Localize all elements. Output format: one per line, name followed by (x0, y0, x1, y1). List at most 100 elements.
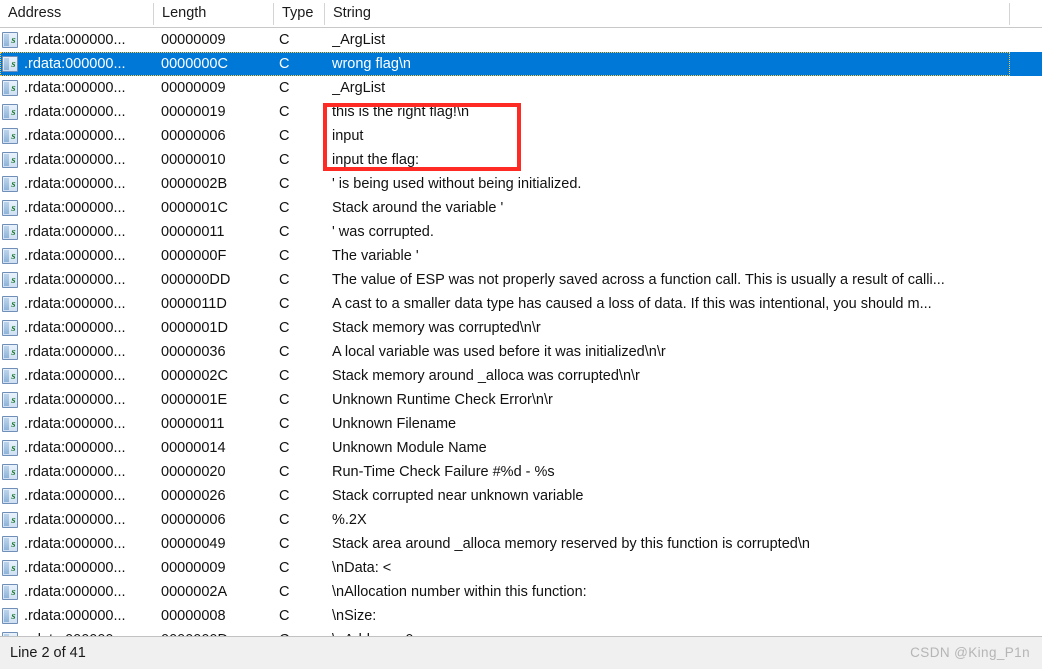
cell-type: C (279, 536, 290, 552)
cell-type: C (279, 32, 290, 48)
table-row[interactable]: .rdata:000000... 0000001E C Unknown Runtime… (0, 388, 1042, 412)
cell-string: Stack around the variable ' (332, 200, 504, 216)
cell-length: 0000002C (161, 368, 228, 384)
string-icon (2, 364, 22, 388)
table-row[interactable]: .rdata:000000... 00000006 Cinput (0, 124, 1042, 148)
string-icon (2, 52, 22, 76)
table-row[interactable]: .rdata:000000... 0000002A C \nAllocation nu… (0, 580, 1042, 604)
cell-address: .rdata:000000... (24, 320, 126, 336)
cell-type: C (279, 200, 290, 216)
column-header-type[interactable]: Type (274, 0, 324, 27)
cell-string: \nSize: (332, 608, 377, 624)
column-divider-4[interactable] (1009, 3, 1010, 25)
cell-type: C (279, 440, 290, 456)
cell-length: 00000010 (161, 152, 226, 168)
cell-address: .rdata:000000... (24, 536, 126, 552)
cell-type: C (279, 176, 290, 192)
column-header-length[interactable]: Length (154, 0, 273, 27)
table-row[interactable]: .rdata:000000... 00000014 C Unknown Module … (0, 436, 1042, 460)
cell-string: Unknown Filename (332, 416, 457, 432)
string-icon-glyph (2, 416, 19, 432)
table-row[interactable]: .rdata:000000... 00000020 C Run-Time Check … (0, 460, 1042, 484)
cell-string: A cast to a smaller data type has caused… (332, 296, 932, 312)
column-divider-1[interactable] (153, 3, 154, 25)
cell-string: Stack corrupted near unknown variable (332, 488, 584, 504)
column-header-address[interactable]: Address (0, 0, 153, 27)
cell-length: 0000011D (161, 296, 227, 312)
table-row[interactable]: .rdata:000000... 000000DD C The value of ES… (0, 268, 1042, 292)
string-icon (2, 628, 22, 636)
table-row[interactable]: .rdata:000000... 0000001C C Stack around th… (0, 196, 1042, 220)
cell-type: C (279, 368, 290, 384)
table-row[interactable]: .rdata:000000... 0000002B C ' is being used… (0, 172, 1042, 196)
table-row[interactable]: .rdata:000000... 00000049 C Stack area arou… (0, 532, 1042, 556)
string-icon-glyph (2, 320, 19, 336)
strings-window: Address Length Type String .rdata:000000… (0, 0, 1042, 669)
cell-address: .rdata:000000... (24, 440, 126, 456)
cell-type: C (279, 392, 290, 408)
table-row[interactable]: .rdata:000000... 00000011 C Unknown Filenam… (0, 412, 1042, 436)
cell-address: .rdata:000000... (24, 488, 126, 504)
cell-type: C (279, 560, 290, 576)
table-row[interactable]: .rdata:000000... 0000000D C \nAddress: 0x (0, 628, 1042, 636)
line-counter-label: Line 2 of 41 (10, 645, 86, 661)
cell-address: .rdata:000000... (24, 392, 126, 408)
cell-length: 00000009 (161, 32, 226, 48)
cell-address: .rdata:000000... (24, 104, 126, 120)
string-icon (2, 196, 22, 220)
table-row[interactable]: .rdata:000000... 00000036 C A local variabl… (0, 340, 1042, 364)
table-row[interactable]: .rdata:000000... 00000009 C _ArgList (0, 76, 1042, 100)
table-row[interactable]: .rdata:000000... 00000019 Cthis is the rig… (0, 100, 1042, 124)
cell-length: 0000001D (161, 320, 228, 336)
cell-type: C (279, 464, 290, 480)
string-icon-glyph (2, 32, 19, 48)
string-icon (2, 412, 22, 436)
cell-string: Stack memory around _alloca was corrupte… (332, 368, 640, 384)
string-icon-glyph (2, 152, 19, 168)
string-icon-glyph (2, 272, 19, 288)
string-icon-glyph (2, 512, 19, 528)
table-row[interactable]: .rdata:000000... 00000008 C \nSize: (0, 604, 1042, 628)
table-row[interactable]: .rdata:000000... 00000009 C \nData: < (0, 556, 1042, 580)
string-icon (2, 76, 22, 100)
string-icon-glyph (2, 584, 19, 600)
cell-length: 0000000F (161, 248, 227, 264)
column-divider-2[interactable] (273, 3, 274, 25)
string-icon (2, 604, 22, 628)
table-row[interactable]: .rdata:000000... 0000011D C A cast to a sma… (0, 292, 1042, 316)
cell-string: ' is being used without being initialize… (332, 176, 582, 192)
strings-list[interactable]: .rdata:000000...00000009C_ArgList.rdata:… (0, 28, 1042, 636)
column-header-row: Address Length Type String (0, 0, 1042, 28)
table-row[interactable]: .rdata:000000... 0000000F C The variable ' (0, 244, 1042, 268)
string-icon-glyph (2, 488, 19, 504)
column-header-string[interactable]: String (325, 0, 1009, 27)
table-row[interactable]: .rdata:000000... 00000026 C Stack corrupted… (0, 484, 1042, 508)
string-icon (2, 556, 22, 580)
cell-type: C (279, 248, 290, 264)
watermark-label: CSDN @King_P1n (910, 645, 1030, 660)
string-icon-glyph (2, 368, 19, 384)
cell-length: 00000026 (161, 488, 226, 504)
column-divider-3[interactable] (324, 3, 325, 25)
table-row[interactable]: .rdata:000000... 00000010 Cinput the flag: (0, 148, 1042, 172)
string-icon (2, 244, 22, 268)
cell-address: .rdata:000000... (24, 152, 126, 168)
cell-address: .rdata:000000... (24, 368, 126, 384)
cell-type: C (279, 152, 290, 168)
cell-length: 00000019 (161, 104, 226, 120)
table-row[interactable]: .rdata:000000... 00000011 C ' was corrupted… (0, 220, 1042, 244)
string-icon-glyph (2, 608, 19, 624)
table-row[interactable]: .rdata:000000... 0000000C Cwrong flag\n (0, 52, 1042, 76)
cell-string: \nAddress: 0x (332, 628, 1032, 636)
cell-string: Unknown Module Name (332, 440, 487, 456)
table-row[interactable]: .rdata:000000... 00000009 C _ArgList (0, 28, 1042, 52)
cell-length: 0000001C (161, 200, 228, 216)
string-icon (2, 124, 22, 148)
cell-string: The value of ESP was not properly saved … (332, 272, 945, 288)
cell-string: input the flag: (332, 152, 420, 168)
table-row[interactable]: .rdata:000000... 00000006 C %.2X (0, 508, 1042, 532)
table-row[interactable]: .rdata:000000... 0000002C C Stack memory ar… (0, 364, 1042, 388)
table-row[interactable]: .rdata:000000... 0000001D C Stack memory wa… (0, 316, 1042, 340)
cell-string: \nAllocation number within this function… (332, 584, 587, 600)
cell-string: A local variable was used before it was … (332, 344, 666, 360)
